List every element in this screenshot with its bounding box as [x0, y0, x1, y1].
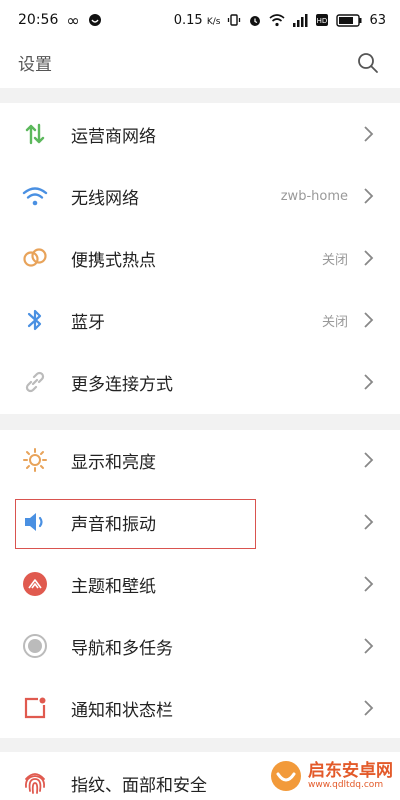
chevron-right-icon	[362, 187, 376, 205]
settings-item-navigation[interactable]: 导航和多任务	[0, 615, 400, 677]
chevron-right-icon	[362, 451, 376, 469]
vibrate-icon	[227, 13, 241, 27]
status-time: 20:56	[18, 12, 59, 28]
settings-item-label: 便携式热点	[71, 250, 156, 271]
chevron-right-icon	[362, 373, 376, 391]
hd-icon: HD	[315, 13, 329, 27]
wifi-icon	[20, 181, 50, 211]
arrows-updown-icon	[20, 119, 50, 149]
watermark-url: www.qdltdq.com	[308, 780, 384, 791]
settings-item-bluetooth[interactable]: 蓝牙 关闭	[0, 289, 400, 351]
settings-item-label: 显示和亮度	[71, 452, 156, 473]
signal-icon	[292, 13, 308, 27]
fingerprint-icon	[20, 768, 50, 798]
hotspot-icon	[20, 243, 50, 273]
search-icon	[358, 52, 378, 73]
app-notification-icon	[88, 13, 102, 27]
watermark: 启东安卓网 www.qdltdq.com	[270, 760, 393, 792]
chevron-right-icon	[362, 311, 376, 329]
settings-item-label: 无线网络	[71, 188, 139, 209]
settings-item-value: 关闭	[321, 252, 348, 268]
notification-icon	[20, 693, 50, 723]
settings-item-value: 关闭	[321, 314, 348, 330]
svg-text:HD: HD	[317, 17, 328, 25]
settings-item-theme[interactable]: 主题和壁纸	[0, 553, 400, 615]
settings-item-carrier-network[interactable]: 运营商网络	[0, 103, 400, 165]
infinity-icon: ∞	[66, 10, 80, 30]
settings-item-label: 运营商网络	[71, 126, 156, 147]
settings-item-hotspot[interactable]: 便携式热点 关闭	[0, 227, 400, 289]
settings-item-label: 导航和多任务	[71, 638, 173, 659]
chevron-right-icon	[362, 637, 376, 655]
navigation-icon	[20, 631, 50, 661]
battery-level: 63	[369, 12, 386, 28]
theme-icon	[20, 569, 50, 599]
settings-item-notifications[interactable]: 通知和状态栏	[0, 677, 400, 739]
settings-item-display[interactable]: 显示和亮度	[0, 429, 400, 491]
sun-icon	[20, 445, 50, 475]
settings-item-label: 更多连接方式	[71, 374, 173, 395]
chevron-right-icon	[362, 699, 376, 717]
settings-item-label: 蓝牙	[71, 312, 105, 333]
settings-item-more-connections[interactable]: 更多连接方式	[0, 351, 400, 413]
chevron-right-icon	[362, 249, 376, 267]
wifi-status-icon	[269, 13, 285, 27]
search-button[interactable]	[354, 49, 382, 77]
page-title: 设置	[18, 55, 52, 75]
chevron-right-icon	[362, 125, 376, 143]
watermark-title: 启东安卓网	[308, 760, 393, 781]
alarm-icon	[248, 13, 262, 27]
link-icon	[20, 367, 50, 397]
section-divider	[0, 414, 400, 430]
network-speed: 0.15 K/s	[173, 12, 221, 28]
highlight-box	[15, 499, 256, 549]
chevron-right-icon	[362, 513, 376, 531]
status-bar: 20:56 ∞ 0.15 K/s HD 63	[0, 0, 400, 40]
header: 设置	[0, 40, 400, 85]
bluetooth-icon	[20, 305, 50, 335]
settings-item-wlan[interactable]: 无线网络 zwb-home	[0, 165, 400, 227]
settings-item-label: 通知和状态栏	[71, 700, 173, 721]
chevron-right-icon	[362, 575, 376, 593]
settings-item-value: zwb-home	[280, 188, 348, 204]
battery-icon	[336, 13, 362, 27]
settings-item-label: 指纹、面部和安全	[71, 775, 207, 796]
section-divider	[0, 88, 400, 103]
section-divider	[0, 738, 400, 752]
settings-item-label: 主题和壁纸	[71, 576, 156, 597]
watermark-logo-icon	[271, 761, 301, 791]
